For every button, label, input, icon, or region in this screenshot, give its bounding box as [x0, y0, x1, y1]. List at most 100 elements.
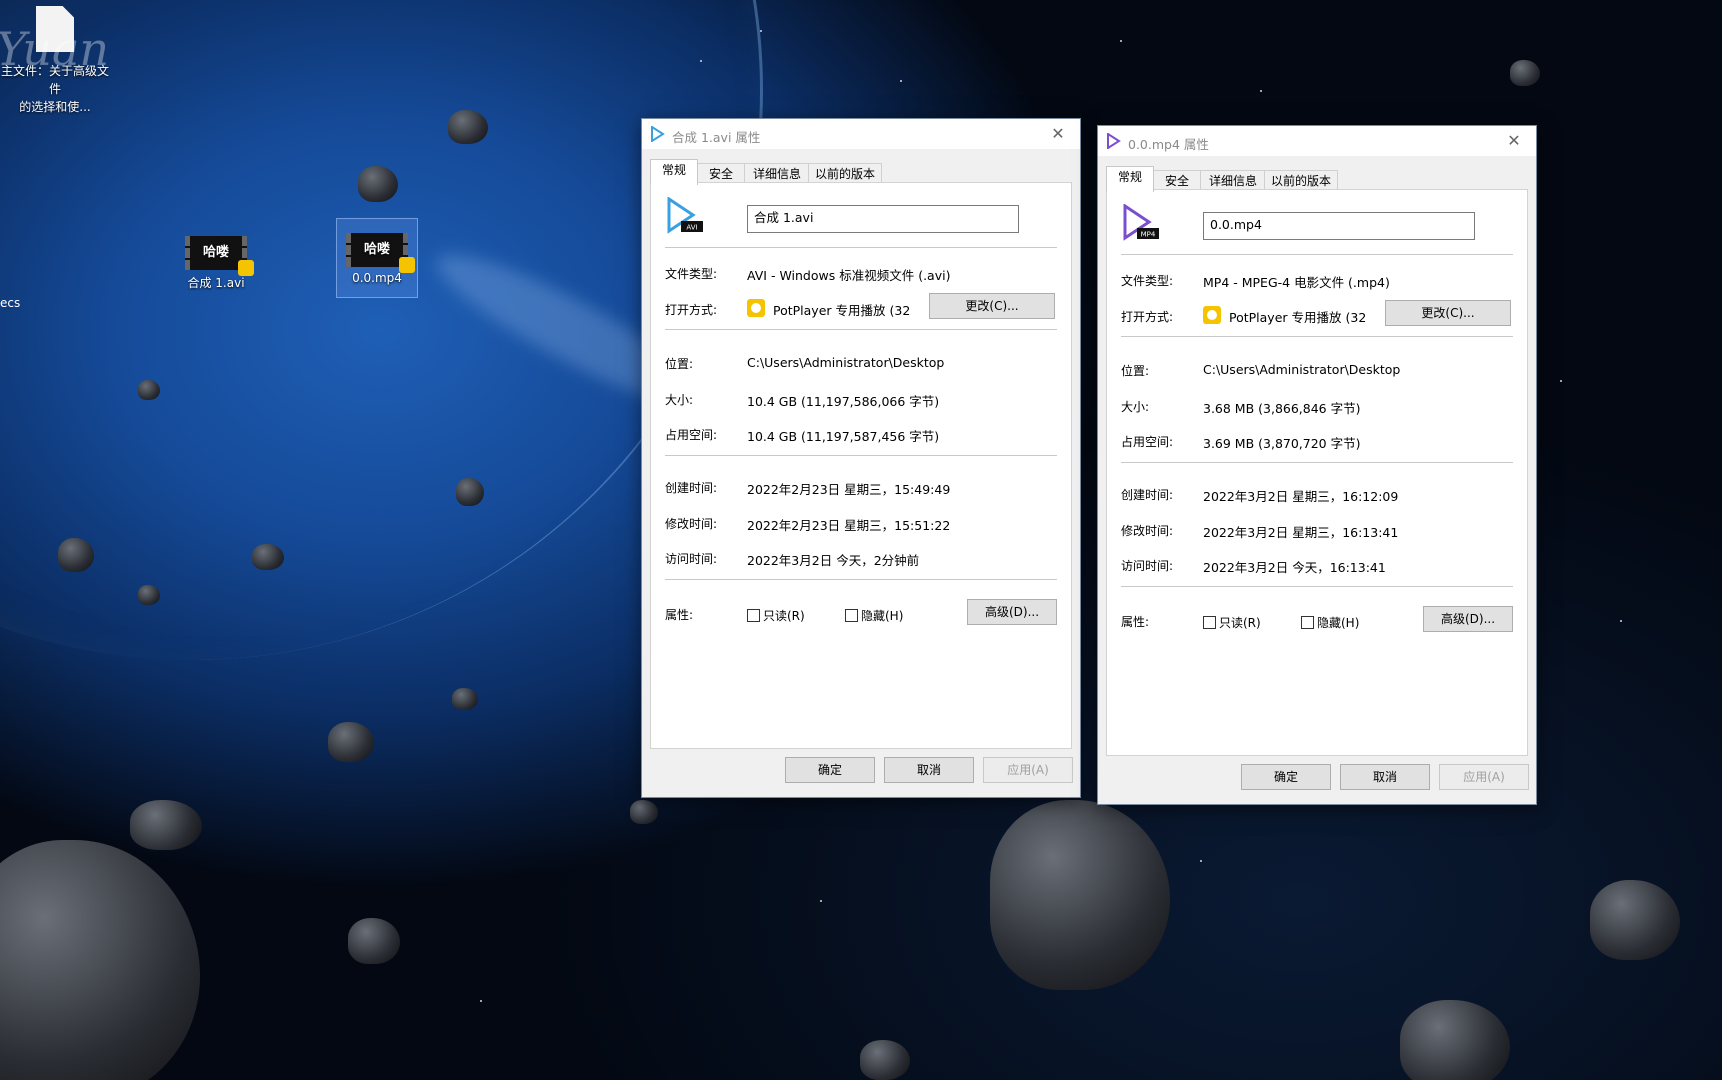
- size-on-disk-value: 10.4 GB (11,197,587,456 字节): [747, 429, 940, 444]
- asteroid: [358, 166, 398, 202]
- accessed-label: 访问时间:: [665, 552, 718, 566]
- dialog-titlebar[interactable]: 0.0.mp4 属性 ✕: [1098, 126, 1536, 156]
- desktop-icon-document[interactable]: Yuan 主文件：关于高级文件 的选择和使...: [0, 0, 110, 114]
- location-value: C:\Users\Administrator\Desktop: [1203, 362, 1401, 377]
- modified-label: 修改时间:: [1121, 524, 1174, 538]
- advanced-button[interactable]: 高级(D)...: [967, 599, 1057, 625]
- asteroid: [860, 1040, 910, 1080]
- video-thumbnail: 哈喽: [185, 236, 254, 276]
- tab-security[interactable]: 安全: [696, 163, 746, 184]
- hidden-checkbox[interactable]: 隐藏(H): [1301, 614, 1359, 631]
- asteroid: [348, 918, 400, 964]
- general-panel: AVI 合成 1.avi 文件类型: AVI - Windows 标准视频文件 …: [650, 182, 1072, 749]
- star: [1620, 620, 1622, 622]
- accessed-value: 2022年3月2日 今天，16:13:41: [1203, 560, 1386, 575]
- star: [700, 60, 702, 62]
- svg-text:AVI: AVI: [686, 224, 697, 232]
- star: [760, 30, 762, 32]
- asteroid: [328, 722, 374, 762]
- dialog-title: 合成 1.avi 属性: [672, 130, 761, 145]
- tab-general[interactable]: 常规: [650, 159, 698, 185]
- checkbox-box: [1203, 616, 1216, 629]
- ok-button[interactable]: 确定: [785, 757, 875, 783]
- created-value: 2022年2月23日 星期三，15:49:49: [747, 482, 951, 497]
- asteroid: [630, 800, 658, 824]
- divider: [1121, 336, 1513, 337]
- ok-button[interactable]: 确定: [1241, 764, 1331, 790]
- size-on-disk-value: 3.69 MB (3,870,720 字节): [1203, 436, 1361, 451]
- potplayer-icon: [1203, 306, 1221, 324]
- asteroid: [990, 800, 1170, 990]
- close-icon[interactable]: ✕: [1500, 129, 1528, 153]
- video-file-icon: [1107, 133, 1121, 149]
- cancel-button[interactable]: 取消: [1340, 764, 1430, 790]
- divider: [1121, 586, 1513, 587]
- asteroid: [58, 538, 94, 572]
- asteroid: [1400, 1000, 1510, 1080]
- star: [1260, 90, 1262, 92]
- advanced-button[interactable]: 高级(D)...: [1423, 606, 1513, 632]
- video-thumbnail: 哈喽: [346, 233, 415, 273]
- modified-value: 2022年2月23日 星期三，15:51:22: [747, 518, 951, 533]
- tab-previous-versions[interactable]: 以前的版本: [808, 163, 882, 184]
- dialog-titlebar[interactable]: 合成 1.avi 属性 ✕: [642, 119, 1080, 149]
- file-name-input[interactable]: 0.0.mp4: [1203, 212, 1475, 240]
- open-with-label: 打开方式:: [665, 303, 718, 317]
- properties-dialog-mp4: 0.0.mp4 属性 ✕ 常规 安全 详细信息 以前的版本 MP4 0.0.mp…: [1097, 125, 1537, 805]
- star: [1200, 860, 1202, 862]
- desktop-icon-label: 0.0.mp4: [352, 271, 402, 285]
- svg-text:MP4: MP4: [1141, 231, 1156, 239]
- location-value: C:\Users\Administrator\Desktop: [747, 355, 945, 370]
- asteroid: [138, 380, 160, 400]
- video-file-icon: [651, 126, 665, 142]
- tab-general[interactable]: 常规: [1106, 166, 1154, 192]
- desktop-icon-avi[interactable]: 哈喽 合成 1.avi: [176, 226, 256, 298]
- star: [1560, 380, 1562, 382]
- asteroid: [252, 544, 284, 570]
- apply-button[interactable]: 应用(A): [1439, 764, 1529, 790]
- star: [900, 80, 902, 82]
- potplayer-icon: [747, 299, 765, 317]
- tab-details[interactable]: 详细信息: [744, 163, 810, 184]
- desktop-icon-label: 合成 1.avi: [187, 276, 245, 290]
- created-label: 创建时间:: [1121, 488, 1174, 502]
- hidden-checkbox[interactable]: 隐藏(H): [845, 607, 903, 624]
- desktop-icon-mp4[interactable]: 哈喽 0.0.mp4: [336, 218, 418, 298]
- open-with-value: PotPlayer 专用播放 (32: [1229, 310, 1367, 325]
- asteroid: [452, 688, 478, 710]
- file-name-input[interactable]: 合成 1.avi: [747, 205, 1019, 233]
- size-on-disk-label: 占用空间:: [1121, 435, 1174, 449]
- modified-value: 2022年3月2日 星期三，16:13:41: [1203, 525, 1399, 540]
- general-panel: MP4 0.0.mp4 文件类型: MP4 - MPEG-4 电影文件 (.mp…: [1106, 189, 1528, 756]
- tab-previous-versions[interactable]: 以前的版本: [1264, 170, 1338, 191]
- created-value: 2022年3月2日 星期三，16:12:09: [1203, 489, 1399, 504]
- size-label: 大小:: [1121, 400, 1150, 414]
- asteroid: [1590, 880, 1680, 960]
- apply-button[interactable]: 应用(A): [983, 757, 1073, 783]
- tab-details[interactable]: 详细信息: [1200, 170, 1266, 191]
- file-type-value: MP4 - MPEG-4 电影文件 (.mp4): [1203, 275, 1390, 290]
- change-button[interactable]: 更改(C)...: [929, 293, 1055, 319]
- change-button[interactable]: 更改(C)...: [1385, 300, 1511, 326]
- size-label: 大小:: [665, 393, 694, 407]
- file-type-value: AVI - Windows 标准视频文件 (.avi): [747, 268, 951, 283]
- desktop-icon-label: 主文件：关于高级文件 的选择和使...: [0, 64, 109, 114]
- checkbox-box: [1301, 616, 1314, 629]
- cancel-button[interactable]: 取消: [884, 757, 974, 783]
- asteroid: [456, 478, 484, 506]
- potplayer-badge-icon: [238, 260, 254, 276]
- avi-file-icon: AVI: [667, 197, 703, 234]
- attributes-label: 属性:: [1121, 615, 1150, 629]
- open-with-label: 打开方式:: [1121, 310, 1174, 324]
- close-icon[interactable]: ✕: [1044, 122, 1072, 146]
- divider: [665, 329, 1057, 330]
- asteroid: [1510, 60, 1540, 86]
- size-value: 3.68 MB (3,866,846 字节): [1203, 401, 1361, 416]
- modified-label: 修改时间:: [665, 517, 718, 531]
- tab-security[interactable]: 安全: [1152, 170, 1202, 191]
- readonly-checkbox[interactable]: 只读(R): [747, 607, 805, 624]
- readonly-checkbox[interactable]: 只读(R): [1203, 614, 1261, 631]
- accessed-label: 访问时间:: [1121, 559, 1174, 573]
- checkbox-box: [845, 609, 858, 622]
- location-label: 位置:: [1121, 364, 1150, 378]
